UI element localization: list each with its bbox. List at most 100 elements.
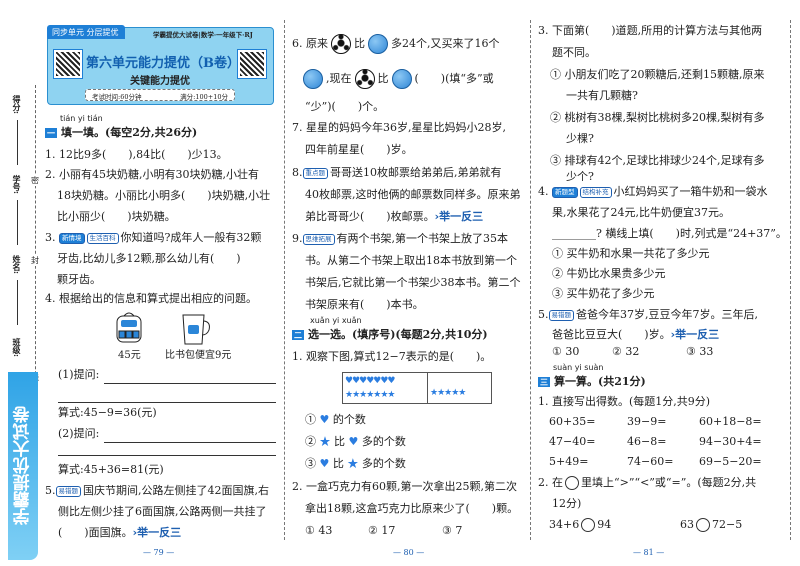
calc-item[interactable]: 5+49= <box>549 455 588 469</box>
answer-line[interactable] <box>104 383 276 384</box>
practice-link[interactable]: ›举一反三 <box>435 210 484 223</box>
volleyball-icon <box>391 69 412 89</box>
cup-icon <box>180 312 212 346</box>
option-1[interactable]: ① 小朋友们吃了20颗糖后,还剩15颗糖,原来 <box>550 68 764 82</box>
calc-1-heading: 1. 直接写出得数。(每题1分,共9分) <box>538 395 711 408</box>
calc-item[interactable]: 69−5−20= <box>699 455 762 469</box>
question-number: 5. <box>45 484 56 497</box>
option-2[interactable]: ② 桃树有38棵,梨树比桃树多20棵,梨树有多 <box>550 111 764 125</box>
question-8-line: 弟比哥哥少( )枚邮票。›举一反三 <box>305 210 483 224</box>
calc-item[interactable]: 47−40= <box>549 435 595 449</box>
question-text: ( )(填“多”或 <box>414 72 494 85</box>
qr-code-right[interactable] <box>237 49 267 79</box>
answer-circle[interactable] <box>581 518 596 532</box>
option-number: ① <box>305 413 316 426</box>
option-3[interactable]: ③ 排球有42个,足球比排球少24个,足球有多 <box>550 154 764 168</box>
heart-icon: ♥ <box>319 457 330 470</box>
calc-2-heading: 2. 在 里填上“>”“<”或“=”。(每题2分,共 <box>538 476 756 490</box>
option-1[interactable]: ① 30 <box>552 345 579 359</box>
tag: 结构补充 <box>579 186 612 198</box>
question-8-line: 40枚邮票,这时他俩的邮票数同样多。原来弟 <box>305 188 521 201</box>
compare-item[interactable]: 34+6 94 <box>549 518 611 532</box>
option-text: 多的个数 <box>361 435 406 448</box>
option-3-cont: 少个? <box>566 170 594 183</box>
question-text: ,现在 <box>326 72 352 85</box>
option-1[interactable]: ① ♥ 的个数 <box>305 413 366 427</box>
calc-item[interactable]: 60+18−8= <box>699 415 762 429</box>
option-text: 多的个数 <box>361 457 406 470</box>
option-1[interactable]: ① 43 <box>305 524 332 538</box>
soccer-ball-icon <box>331 34 351 54</box>
series-title: 学霸提优大试卷|数学·一年级下·RJ <box>153 31 253 39</box>
question-text: 多24个,又买来了16个 <box>391 37 500 50</box>
seal-char: 封 <box>31 255 39 266</box>
brand-text: 学霸提优大试卷 <box>13 406 34 526</box>
question-5-line: 5. 易错题 国庆节期间,公路左侧挂了42面国旗,右 <box>45 484 269 498</box>
calc-item[interactable]: 94−30+4= <box>699 435 762 449</box>
equation-1: 算式:45−9=36(元) <box>58 406 157 419</box>
question-3-line: 3. 下面第( )道题,所用的计算方法与其他两 <box>538 24 763 37</box>
name-line[interactable] <box>17 280 18 325</box>
option-3[interactable]: ③ 33 <box>686 345 713 359</box>
practice-link[interactable]: ›举一反三 <box>671 328 720 341</box>
section-title: 算一算。(共21分) <box>554 375 646 388</box>
section-title: 选一选。(填序号)(每题2分,共10分) <box>308 328 488 341</box>
tag: 思维拓展 <box>302 233 335 245</box>
option-2[interactable]: ② 17 <box>368 524 395 538</box>
unit-title: 第六单元能力提优（B卷） <box>86 56 240 71</box>
question-text: 2. 在 <box>538 476 563 489</box>
column-divider <box>284 20 285 540</box>
question-5-line: 5. 易错题 爸爸今年37岁,豆豆今年7岁。三年后, <box>538 308 758 322</box>
question-2-line: 比小丽少( )块奶糖。 <box>57 210 176 223</box>
section-3-heading: 三算一算。(共21分) <box>538 375 646 389</box>
answer-line[interactable] <box>58 402 276 403</box>
question-text: 爸爸比豆豆大( )岁。 <box>552 328 671 341</box>
ask-1-label: (1)提问: <box>58 368 100 381</box>
calc-item[interactable]: 39−9= <box>627 415 666 429</box>
answer-line[interactable] <box>58 455 276 456</box>
option-1[interactable]: ① 买牛奶和水果一共花了多少元 <box>552 247 710 261</box>
circle-icon <box>565 476 579 490</box>
question-number: 8. <box>292 166 303 179</box>
section-pinyin: suàn yi suàn <box>553 363 604 372</box>
student-id-line[interactable] <box>17 200 18 245</box>
option-text: 比 <box>332 457 344 470</box>
option-2[interactable]: ② 32 <box>612 345 639 359</box>
option-2[interactable]: ② ★ 比 ♥ 多的个数 <box>305 435 406 449</box>
question-5-line: ( )面国旗。›举一反三 <box>58 526 181 540</box>
option-2[interactable]: ② 牛奶比水果贵多少元 <box>552 267 666 281</box>
question-number: 3. <box>45 231 56 244</box>
option-3[interactable]: ③ 买牛奶花了多少元 <box>552 287 655 301</box>
qr-code-left[interactable] <box>53 49 83 79</box>
question-1: 1. 12比9多( ),84比( )少13。 <box>45 148 228 161</box>
answer-line[interactable] <box>104 442 276 443</box>
soccer-ball-icon <box>354 69 375 89</box>
answer-circle[interactable] <box>696 518 710 532</box>
question-text: 哥哥送10枚邮票给弟弟后,弟弟就有 <box>330 166 502 179</box>
score-line[interactable] <box>17 120 18 165</box>
section-1-heading: 一填一填。(每空2分,共26分) <box>45 126 197 140</box>
heart-icon: ♥ <box>319 413 330 426</box>
stars-row: ★★★★★ <box>430 388 466 398</box>
cup-caption: 比书包便宜9元 <box>165 350 232 361</box>
section-pinyin: tián yi tián <box>60 114 103 123</box>
section-title: 填一填。(每空2分,共26分) <box>61 126 198 139</box>
calc-item[interactable]: 46−8= <box>627 435 666 449</box>
option-3[interactable]: ③ ♥ 比 ★ 多的个数 <box>305 457 406 471</box>
section-number-icon: 三 <box>538 377 550 387</box>
calc-item[interactable]: 60+35= <box>549 415 595 429</box>
option-3[interactable]: ③ 7 <box>442 524 462 538</box>
volleyball-icon <box>368 34 388 54</box>
calc-item[interactable]: 74−60= <box>627 455 673 469</box>
practice-link[interactable]: ›举一反三 <box>133 526 182 539</box>
option-text: 比 <box>334 435 345 448</box>
option-number: ② <box>305 435 316 448</box>
compare-item[interactable]: 63 72−5 <box>680 518 742 532</box>
header-tab: 同步单元 分层提优 <box>47 25 125 39</box>
question-3-line: 颗牙齿。 <box>57 273 101 286</box>
column-divider <box>530 20 531 540</box>
name-label: 姓名: <box>12 255 22 274</box>
star-icon: ★ <box>347 457 359 470</box>
option-1-cont: 一共有几颗糖? <box>566 89 638 102</box>
page-number: — 80 — <box>393 548 425 557</box>
